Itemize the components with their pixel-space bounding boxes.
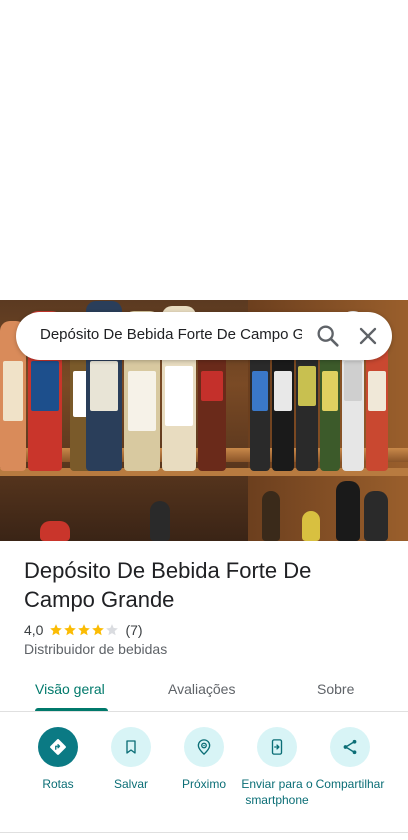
photo-bottle	[262, 491, 280, 541]
action-label: Próximo	[181, 777, 226, 791]
star-icon	[50, 624, 63, 636]
action-row: Rotas Salvar Próximo Enviar para o smart…	[0, 726, 408, 826]
review-count[interactable]: (7)	[125, 622, 142, 638]
action-label: Rotas	[42, 777, 74, 791]
send-to-phone-circle	[257, 727, 297, 767]
search-bar[interactable]: Depósito De Bebida Forte De Campo Grande	[16, 312, 392, 360]
close-button[interactable]	[354, 322, 382, 350]
bookmark-icon	[126, 740, 136, 754]
share-icon	[343, 739, 357, 755]
nearby-circle	[184, 727, 224, 767]
photo-bottle	[336, 481, 360, 541]
send-to-phone-button[interactable]: Enviar para o smartphone	[237, 726, 317, 808]
share-circle	[330, 727, 370, 767]
directions-icon	[50, 739, 66, 755]
search-button[interactable]	[314, 322, 342, 350]
blank-area	[0, 0, 408, 300]
divider	[0, 832, 408, 833]
photo-bottle	[364, 491, 388, 541]
directions-circle	[38, 727, 78, 767]
nearby-button[interactable]: Próximo	[164, 726, 244, 792]
tab-overview[interactable]: Visão geral	[35, 681, 105, 697]
tab-about[interactable]: Sobre	[317, 681, 354, 697]
photo-bottle	[150, 501, 170, 541]
photo-bottle	[40, 521, 70, 541]
rating-stars	[49, 623, 119, 637]
star-icon	[64, 624, 77, 636]
tab-bar: Visão geral Avaliações Sobre	[0, 670, 408, 712]
photo-bottle	[302, 511, 320, 541]
tab-reviews[interactable]: Avaliações	[168, 681, 235, 697]
place-category[interactable]: Distribuidor de bebidas	[24, 640, 167, 658]
star-icon	[92, 624, 105, 636]
directions-button[interactable]: Rotas	[18, 726, 98, 792]
save-circle	[111, 727, 151, 767]
rating-value: 4,0	[24, 622, 44, 638]
close-icon	[359, 327, 377, 345]
nearby-icon	[197, 739, 211, 756]
rating-row[interactable]: 4,0 (7)	[24, 620, 143, 640]
star-icon	[78, 624, 91, 636]
save-button[interactable]: Salvar	[91, 726, 171, 792]
search-icon	[317, 325, 339, 347]
place-title: Depósito De Bebida Forte De Campo Grande	[24, 558, 312, 612]
share-button[interactable]: Compartilhar	[310, 726, 390, 792]
action-label: Salvar	[113, 777, 148, 791]
send-to-phone-icon	[271, 739, 283, 755]
search-input[interactable]: Depósito De Bebida Forte De Campo Grande	[40, 326, 302, 348]
star-icon	[106, 624, 119, 636]
tab-indicator	[35, 708, 108, 711]
action-label: Enviar para o smartphone	[241, 777, 313, 807]
action-label: Compartilhar	[315, 777, 385, 791]
